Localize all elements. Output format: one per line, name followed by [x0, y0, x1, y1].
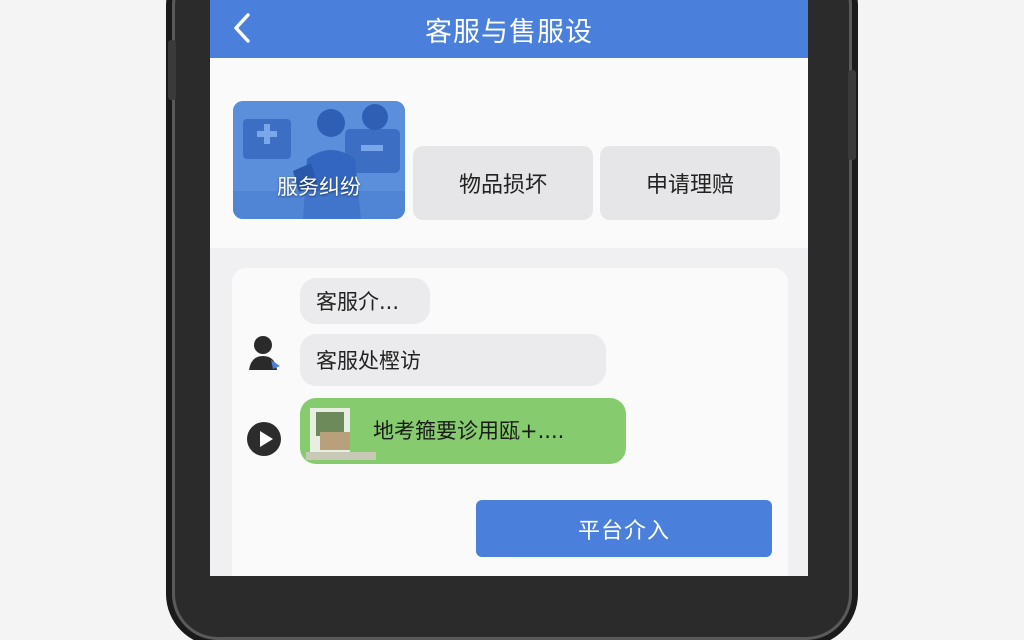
- category-item-damage[interactable]: 物品损坏: [413, 146, 593, 220]
- category-section: 服务纠纷 物品损坏 申请理赔: [210, 58, 808, 248]
- media-message-text: 地考箍要诊用瓯+....: [373, 419, 565, 443]
- top-bar: 客服与售服设: [210, 0, 808, 58]
- category-item-claim[interactable]: 申请理赔: [600, 146, 780, 220]
- app-screen: 客服与售服设 服务纠纷 物品损坏 申请理赔 客服介... 客服处樫访 地考箍要诊…: [210, 0, 808, 576]
- phone-side-button: [168, 40, 176, 100]
- media-message-bubble[interactable]: 地考箍要诊用瓯+....: [300, 398, 626, 464]
- chat-bubble: 客服处樫访: [300, 334, 606, 386]
- page-title: 客服与售服设: [425, 17, 593, 48]
- platform-intervene-button[interactable]: 平台介入: [476, 500, 772, 557]
- chat-bubble: 客服介...: [300, 278, 430, 324]
- category-tile-service-dispute[interactable]: 服务纠纷: [233, 101, 405, 219]
- play-icon[interactable]: [246, 421, 282, 457]
- phone-side-button: [848, 70, 856, 160]
- dispute-illustration: [233, 101, 405, 219]
- category-label: 服务纠纷: [277, 175, 361, 199]
- customer-service-avatar-icon: [249, 336, 280, 370]
